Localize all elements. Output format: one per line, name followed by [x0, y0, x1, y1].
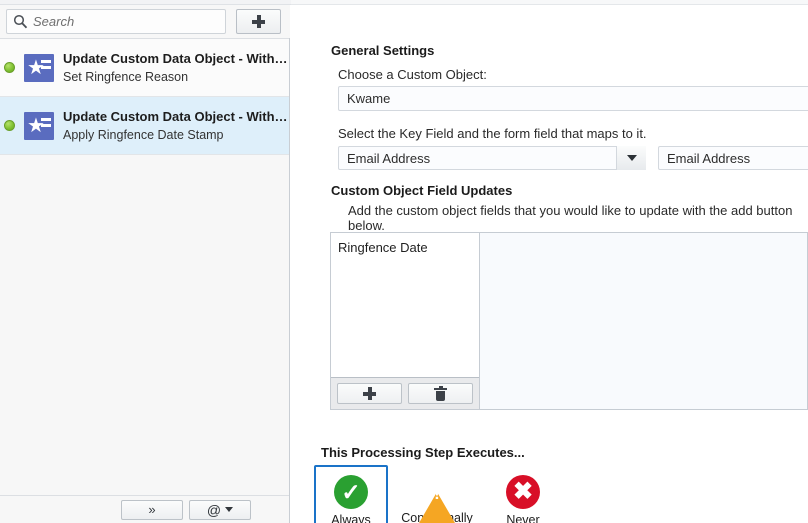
sidebar-footer: » @ — [0, 495, 289, 523]
general-settings-heading: General Settings — [331, 43, 435, 58]
search-input[interactable] — [31, 14, 225, 29]
double-chevron-right-icon: » — [148, 502, 156, 517]
application-window: ★ Update Custom Data Object - With… Set … — [0, 0, 808, 523]
field-updates-panel: Ringfence Date — [330, 232, 808, 410]
custom-object-input[interactable] — [338, 86, 808, 111]
custom-object-star-icon: ★ — [24, 111, 54, 140]
steps-list: ★ Update Custom Data Object - With… Set … — [0, 38, 289, 523]
status-indicator-icon — [4, 120, 15, 131]
mapped-form-field-input[interactable] — [658, 146, 808, 170]
execution-heading: This Processing Step Executes... — [321, 445, 525, 460]
add-step-button[interactable] — [236, 9, 281, 34]
custom-object-star-icon: ★ — [24, 53, 54, 82]
field-updates-heading: Custom Object Field Updates — [331, 183, 513, 198]
key-field-label: Select the Key Field and the form field … — [338, 126, 647, 141]
execution-option-label: Always — [331, 513, 371, 523]
sidebar-search-row — [0, 5, 290, 38]
key-field-select[interactable] — [338, 146, 646, 170]
search-box[interactable] — [6, 9, 226, 34]
search-icon — [9, 11, 31, 33]
key-field-select-value[interactable] — [338, 146, 646, 170]
trash-icon — [434, 385, 447, 401]
list-item-subtitle: Apply Ringfence Date Stamp — [63, 127, 224, 142]
list-item-title: Update Custom Data Object - With… — [63, 50, 288, 66]
red-x-circle-icon: ✖ — [506, 475, 540, 509]
list-item-text: Update Custom Data Object - With… Set Ri… — [63, 50, 289, 86]
chevron-down-icon[interactable] — [616, 146, 646, 170]
list-item-text: Update Custom Data Object - With… Apply … — [63, 108, 289, 144]
expand-panel-button[interactable]: » — [121, 499, 183, 520]
settings-panel: General Settings Choose a Custom Object:… — [292, 5, 808, 523]
list-item[interactable]: Ringfence Date — [338, 239, 479, 257]
field-updates-list-column: Ringfence Date — [331, 233, 480, 409]
orange-warning-triangle-icon: ! — [419, 475, 455, 523]
delete-field-button[interactable] — [408, 383, 473, 404]
execution-option-always[interactable]: ✓ Always — [314, 465, 388, 523]
list-item-title: Update Custom Data Object - With… — [63, 108, 288, 124]
green-check-circle-icon: ✓ — [334, 475, 368, 509]
at-menu-button[interactable]: @ — [189, 499, 251, 520]
execution-option-never[interactable]: ✖ Never — [486, 465, 560, 523]
execution-option-conditionally[interactable]: ! Conditionally — [400, 465, 474, 523]
field-updates-toolbar — [331, 378, 479, 409]
field-updates-description: Add the custom object fields that you wo… — [348, 203, 793, 233]
execution-option-label: Never — [506, 513, 540, 523]
chevron-down-icon — [225, 507, 234, 512]
steps-sidebar: ★ Update Custom Data Object - With… Set … — [0, 5, 290, 523]
plus-icon — [363, 387, 376, 400]
at-sign-icon: @ — [206, 501, 222, 518]
custom-object-label: Choose a Custom Object: — [338, 67, 487, 82]
status-indicator-icon — [4, 62, 15, 73]
list-item-selected[interactable]: ★ Update Custom Data Object - With… Appl… — [0, 97, 289, 155]
add-field-button[interactable] — [337, 383, 402, 404]
list-item-subtitle: Set Ringfence Reason — [63, 69, 189, 84]
plus-icon — [252, 15, 265, 28]
list-item[interactable]: ★ Update Custom Data Object - With… Set … — [0, 39, 289, 97]
execution-options: ✓ Always ! Conditionally ✖ Never — [314, 465, 560, 523]
field-updates-list[interactable]: Ringfence Date — [331, 233, 479, 378]
